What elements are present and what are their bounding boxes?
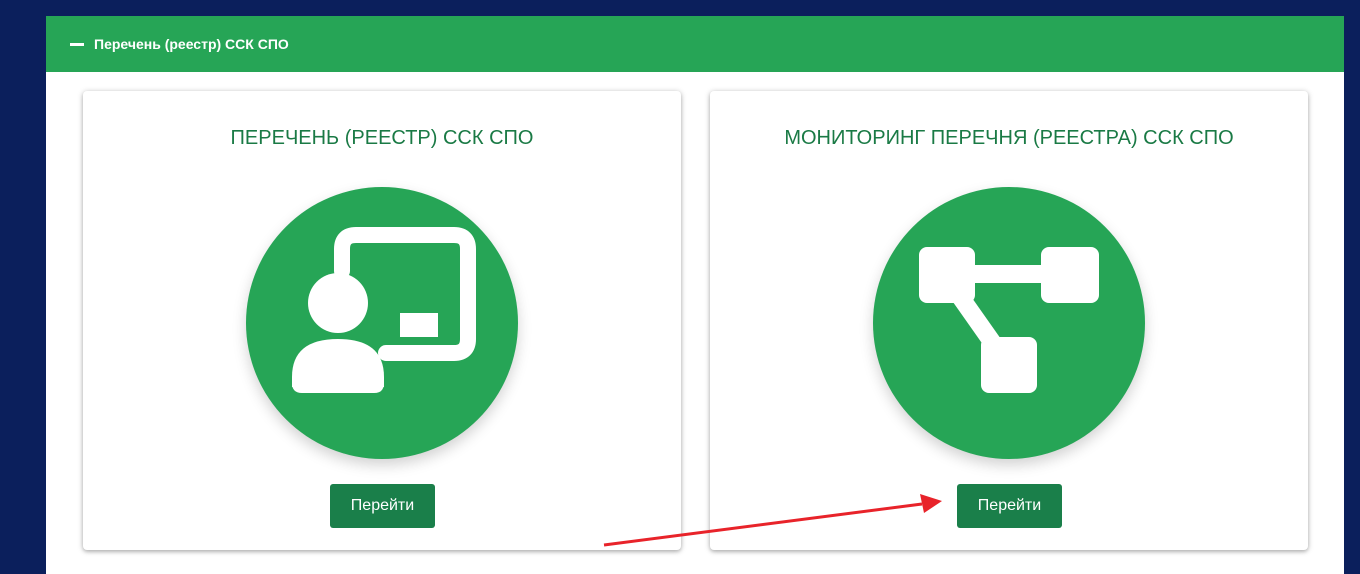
panel-header[interactable]: Перечень (реестр) ССК СПО (46, 16, 1344, 72)
registry-card: ПЕРЕЧЕНЬ (РЕЕСТР) ССК СПО Перейти (83, 91, 681, 550)
flowchart-icon (873, 187, 1145, 459)
go-button[interactable]: Перейти (957, 484, 1062, 528)
card-title: ПЕРЕЧЕНЬ (РЕЕСТР) ССК СПО (230, 127, 534, 149)
minus-icon[interactable] (70, 42, 84, 46)
card-title: МОНИТОРИНГ ПЕРЕЧНЯ (РЕЕСТРА) ССК СПО (784, 127, 1234, 149)
go-button[interactable]: Перейти (330, 484, 435, 528)
registry-panel: Перечень (реестр) ССК СПО ПЕРЕЧЕНЬ (РЕЕС… (46, 16, 1344, 574)
panel-title: Перечень (реестр) ССК СПО (94, 36, 289, 52)
teacher-board-icon (246, 187, 518, 459)
monitoring-card: МОНИТОРИНГ ПЕРЕЧНЯ (РЕЕСТРА) ССК СПО Пер… (710, 91, 1308, 550)
